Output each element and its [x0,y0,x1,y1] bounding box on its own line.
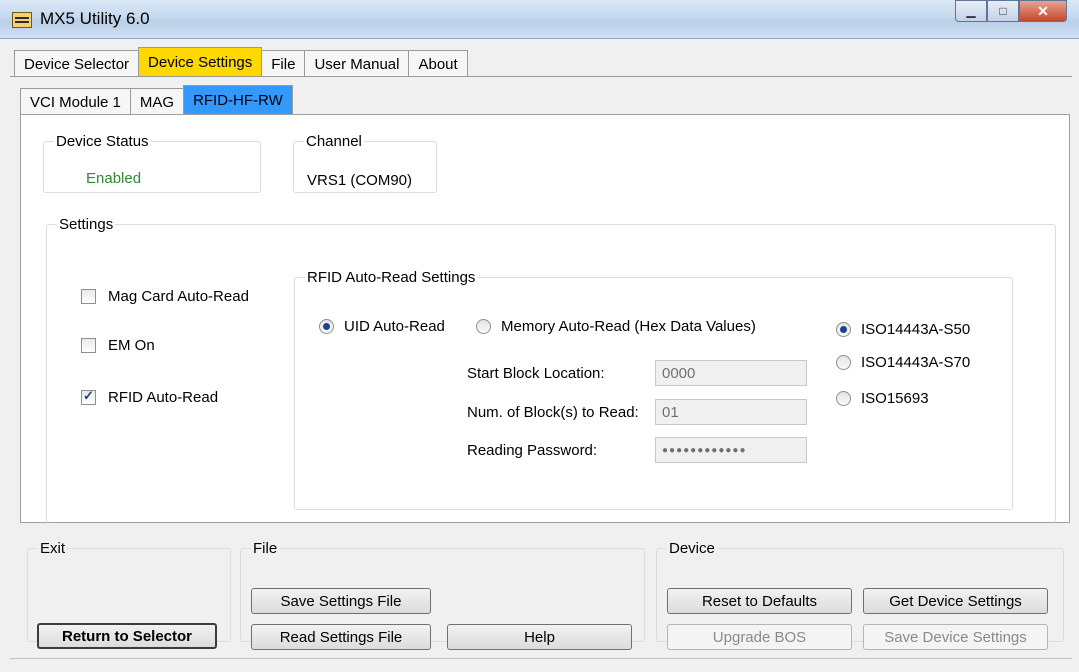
rfid-auto-read-label: RFID Auto-Read [108,389,219,406]
checkbox-box[interactable] [81,338,96,353]
iso14443a-s70-radio[interactable]: ISO14443A-S70 [836,354,970,371]
tab-rfid-hf-rw[interactable]: RFID-HF-RW [183,85,293,115]
exit-legend: Exit [40,540,66,557]
device-group: Device Reset to Defaults Get Device Sett… [656,540,1064,650]
uid-auto-read-label: UID Auto-Read [344,318,445,335]
iso15693-radio[interactable]: ISO15693 [836,390,929,407]
radio-unchecked[interactable] [836,355,851,370]
checkbox-box-checked[interactable] [81,388,96,405]
iso14443a-s50-radio[interactable]: ISO14443A-S50 [836,321,970,338]
exit-group: Exit Return to Selector [27,540,231,649]
device-legend: Device [669,540,715,557]
upgrade-bos-button[interactable]: Upgrade BOS [667,624,852,650]
num-blocks-label: Num. of Block(s) to Read: [467,404,639,421]
window-controls: ▁ □ ✕ [955,0,1067,24]
device-status-value: Enabled [86,170,142,187]
start-block-input[interactable]: 0000 [655,360,807,386]
save-device-settings-button[interactable]: Save Device Settings [863,624,1048,650]
em-on-checkbox[interactable]: EM On [81,337,155,354]
radio-checked[interactable] [319,319,334,334]
reset-to-defaults-button[interactable]: Reset to Defaults [667,588,852,614]
em-on-label: EM On [108,337,155,354]
uid-auto-read-radio[interactable]: UID Auto-Read [319,318,445,335]
tab-device-settings[interactable]: Device Settings [138,47,263,77]
settings-group: Settings Mag Card Auto-Read EM On RFID A… [46,216,1056,523]
channel-group: Channel VRS1 (COM90) [293,133,437,193]
rfid-settings-panel: Device Status Enabled Channel VRS1 (COM9… [20,114,1070,523]
tab-vci-module-1[interactable]: VCI Module 1 [20,88,131,115]
memory-auto-read-radio[interactable]: Memory Auto-Read (Hex Data Values) [476,318,756,335]
checkbox-box[interactable] [81,289,96,304]
tab-divider [10,76,1072,77]
iso14443a-s50-label: ISO14443A-S50 [861,321,971,338]
get-device-settings-button[interactable]: Get Device Settings [863,588,1048,614]
window-title: MX5 Utility 6.0 [40,9,150,28]
iso15693-label: ISO15693 [861,390,929,407]
sub-tab-strip: VCI Module 1 MAG RFID-HF-RW [20,85,293,115]
tab-about[interactable]: About [408,50,468,77]
title-bar: MX5 Utility 6.0 ▁ □ ✕ [0,0,1079,39]
app-icon [12,12,32,28]
iso14443a-s70-label: ISO14443A-S70 [861,354,971,371]
help-button[interactable]: Help [447,624,632,650]
tab-mag[interactable]: MAG [129,88,185,115]
radio-unchecked[interactable] [476,319,491,334]
close-icon[interactable]: ✕ [1019,0,1067,22]
save-settings-file-button[interactable]: Save Settings File [251,588,431,614]
tab-file[interactable]: File [261,50,306,77]
return-to-selector-button[interactable]: Return to Selector [37,623,217,649]
file-legend: File [253,540,278,557]
minimize-icon[interactable]: ▁ [955,0,987,22]
device-status-group: Device Status Enabled [43,133,261,193]
tab-user-manual[interactable]: User Manual [304,50,410,77]
settings-legend: Settings [59,216,114,233]
device-status-legend: Device Status [56,133,149,150]
mag-card-auto-read-label: Mag Card Auto-Read [108,288,249,305]
reading-password-input[interactable]: ●●●●●●●●●●●● [655,437,807,463]
tab-device-selector[interactable]: Device Selector [14,50,140,77]
radio-unchecked[interactable] [836,391,851,406]
rfid-auto-read-checkbox[interactable]: RFID Auto-Read [81,388,219,406]
reading-password-label: Reading Password: [467,442,598,459]
channel-legend: Channel [306,133,362,150]
main-tab-strip: Device Selector Device Settings File Use… [14,47,468,77]
channel-value: VRS1 (COM90) [307,172,413,189]
file-group: File Save Settings File Read Settings Fi… [240,540,645,650]
radio-checked[interactable] [836,322,851,337]
rfid-auto-read-settings-legend: RFID Auto-Read Settings [307,269,476,286]
num-blocks-input[interactable]: 01 [655,399,807,425]
start-block-label: Start Block Location: [467,365,605,382]
maximize-icon[interactable]: □ [987,0,1019,22]
read-settings-file-button[interactable]: Read Settings File [251,624,431,650]
rfid-auto-read-settings-group: RFID Auto-Read Settings UID Auto-Read Me… [294,269,1013,510]
memory-auto-read-label: Memory Auto-Read (Hex Data Values) [501,318,756,335]
bottom-border [10,658,1072,659]
mag-card-auto-read-checkbox[interactable]: Mag Card Auto-Read [81,288,249,305]
